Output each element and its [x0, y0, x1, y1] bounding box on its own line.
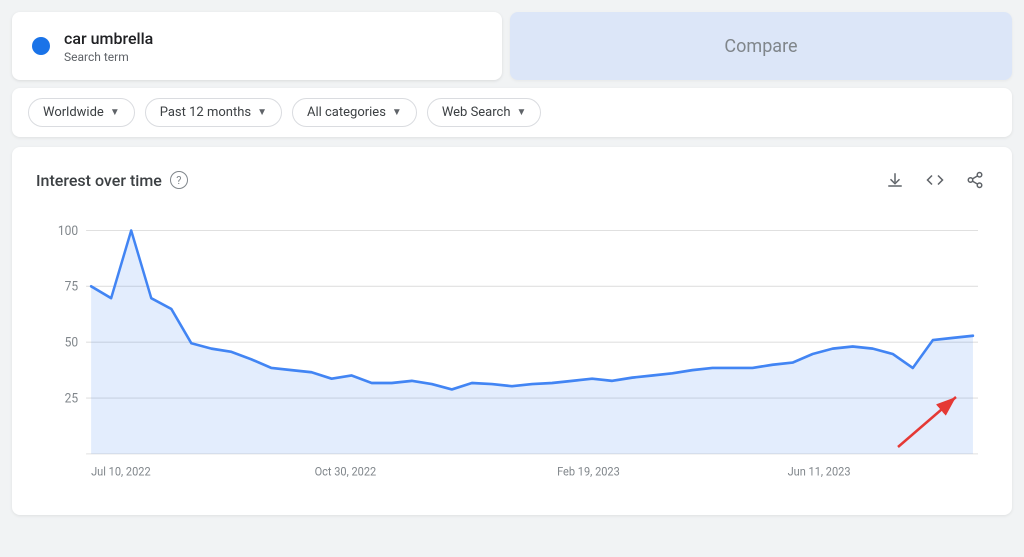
filter-category[interactable]: All categories ▼ — [292, 98, 417, 127]
chevron-down-icon: ▼ — [110, 107, 120, 118]
interest-chart: 100 75 50 25 Jul 10, 2022 Oct 30, 2022 F… — [36, 209, 988, 499]
help-icon[interactable]: ? — [170, 171, 188, 189]
svg-text:Oct 30, 2022: Oct 30, 2022 — [315, 464, 377, 478]
chart-title: Interest over time — [36, 171, 162, 190]
search-term-card: car umbrella Search term — [12, 12, 502, 80]
embed-button[interactable] — [922, 167, 948, 193]
share-button[interactable] — [962, 167, 988, 193]
svg-text:100: 100 — [58, 223, 78, 239]
filter-timerange[interactable]: Past 12 months ▼ — [145, 98, 282, 127]
svg-text:50: 50 — [65, 335, 79, 351]
filter-searchtype[interactable]: Web Search ▼ — [427, 98, 542, 127]
svg-text:Jun 11, 2023: Jun 11, 2023 — [788, 464, 851, 478]
top-section: car umbrella Search term Compare — [0, 0, 1024, 88]
chart-header: Interest over time ? — [36, 167, 988, 193]
svg-text:75: 75 — [65, 279, 79, 295]
filter-category-label: All categories — [307, 105, 386, 120]
filter-timerange-label: Past 12 months — [160, 105, 251, 120]
chart-section: Interest over time ? — [12, 147, 1012, 515]
filter-region[interactable]: Worldwide ▼ — [28, 98, 135, 127]
chart-container: 100 75 50 25 Jul 10, 2022 Oct 30, 2022 F… — [36, 209, 988, 499]
svg-text:Jul 10, 2022: Jul 10, 2022 — [91, 464, 151, 478]
chevron-down-icon: ▼ — [257, 107, 267, 118]
search-term-dot — [32, 37, 50, 55]
search-term-name: car umbrella — [64, 29, 153, 48]
chart-actions — [882, 167, 988, 193]
filter-bar: Worldwide ▼ Past 12 months ▼ All categor… — [12, 88, 1012, 137]
chart-title-group: Interest over time ? — [36, 171, 188, 190]
compare-label: Compare — [724, 36, 797, 57]
svg-text:25: 25 — [65, 391, 79, 407]
filter-region-label: Worldwide — [43, 105, 104, 120]
search-term-label: Search term — [64, 50, 153, 64]
chevron-down-icon: ▼ — [392, 107, 402, 118]
compare-card[interactable]: Compare — [510, 12, 1012, 80]
svg-text:Feb 19, 2023: Feb 19, 2023 — [557, 464, 620, 478]
download-button[interactable] — [882, 167, 908, 193]
chevron-down-icon: ▼ — [517, 107, 527, 118]
search-term-text: car umbrella Search term — [64, 29, 153, 64]
filter-searchtype-label: Web Search — [442, 105, 511, 120]
